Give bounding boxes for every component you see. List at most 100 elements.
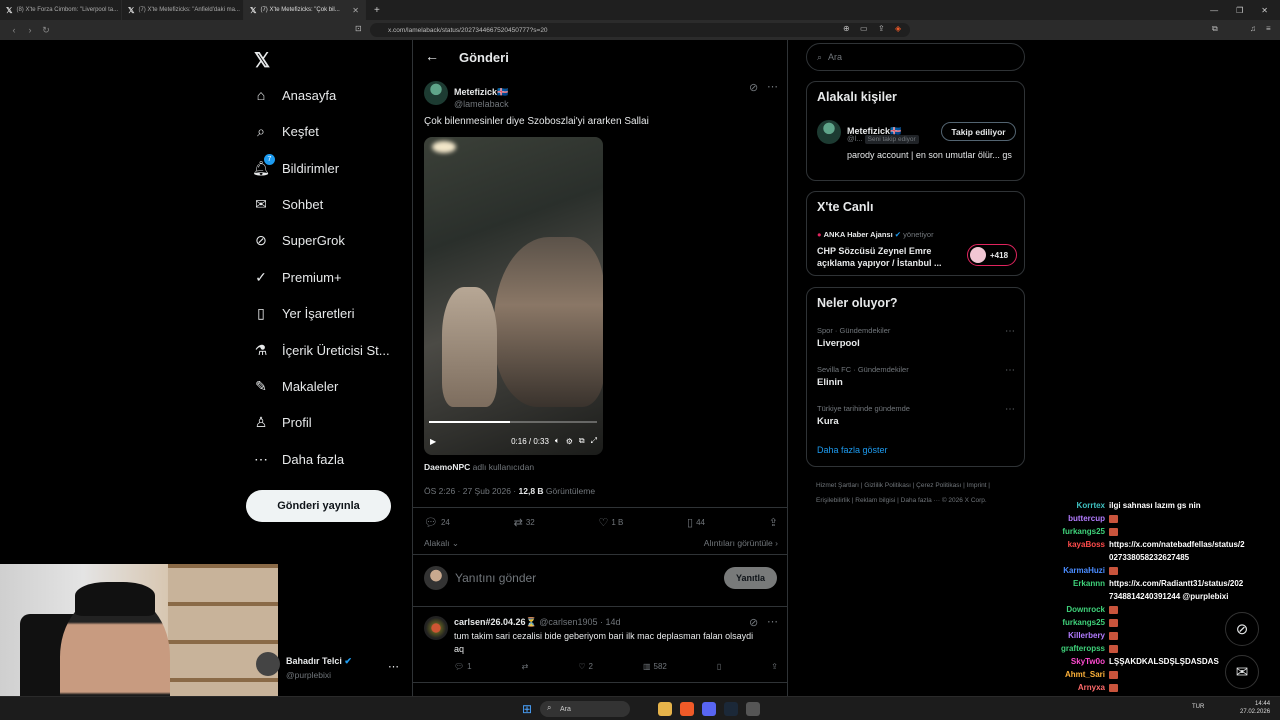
play-icon[interactable]: ▶ — [430, 437, 436, 446]
browser-tab[interactable]: 𝕏 (7) X'te Metefizicks: "Anfield'daki ma.… — [122, 0, 244, 20]
live-listeners[interactable]: +418 — [967, 244, 1017, 266]
like-action[interactable]: ♡ 1 B — [598, 516, 623, 529]
grok-icon[interactable]: ⊘ — [749, 81, 758, 94]
trend-item[interactable]: Elinin — [817, 377, 843, 388]
more-options-icon[interactable]: ⋯ — [1005, 365, 1015, 376]
media-icon[interactable]: ♫ — [1250, 24, 1256, 33]
chat-text: 027338058232627485 — [1109, 553, 1190, 562]
more-options-icon[interactable]: ⋯ — [1005, 326, 1015, 337]
verified-icon: ✔ — [894, 230, 902, 239]
video-player[interactable]: ▶ 0:16 / 0:33 🔈︎ ⚙ ⧉ ⤢ — [424, 137, 603, 455]
taskbar-clock[interactable]: 14:44 27.02.2026 — [1240, 700, 1270, 716]
attribution-user[interactable]: DaemoNPC — [424, 462, 470, 472]
steam-icon[interactable] — [724, 702, 738, 716]
grok-float-button[interactable]: ⊘ — [1225, 612, 1259, 646]
back-icon[interactable]: ‹ — [6, 25, 22, 35]
nav-item-supergrok[interactable]: ⊘ SuperGrok — [252, 228, 345, 252]
share-action[interactable]: ⇪ — [771, 662, 778, 671]
nav-item-notifications[interactable]: 🔔︎ 7 Bildirimler — [252, 154, 339, 180]
reply-input[interactable]: Yanıtını gönder — [455, 571, 536, 585]
settings-icon[interactable]: ⚙ — [566, 437, 573, 446]
zoom-icon[interactable]: ⊕ — [843, 24, 850, 33]
chat-message: 7348814240391244 @purplebixi — [1050, 592, 1280, 601]
pip-icon[interactable]: ⧉ — [579, 436, 585, 446]
reply-button[interactable]: Yanıtla — [724, 567, 777, 589]
search-icon: ⌕ — [547, 703, 552, 712]
forward-icon[interactable]: › — [22, 25, 38, 35]
close-icon[interactable]: ✕ — [352, 6, 359, 15]
language-indicator[interactable]: TUR — [1192, 704, 1204, 710]
obs-icon[interactable] — [746, 702, 760, 716]
extensions-icon[interactable]: ⧉ — [1212, 24, 1218, 34]
url-input[interactable]: x.com/lamelaback/status/2027344667520450… — [370, 23, 910, 37]
video-progress-bar[interactable] — [429, 421, 597, 423]
nav-item-premium[interactable]: ✓ Premium+ — [252, 265, 341, 289]
nav-item-articles[interactable]: ✎ Makaleler — [252, 374, 338, 398]
new-tab-button[interactable]: + — [366, 5, 388, 16]
bookmark-action[interactable]: ▯ 44 — [687, 516, 705, 529]
share-icon[interactable]: ⇪ — [878, 24, 885, 33]
messages-float-button[interactable]: ✉ — [1225, 655, 1259, 689]
x-logo[interactable]: 𝕏 — [254, 48, 270, 73]
grok-icon[interactable]: ⊘ — [749, 616, 758, 629]
minimize-icon[interactable]: — — [1210, 6, 1218, 15]
reply-author[interactable]: carlsen#26.04.26⏳ @carlsen1905 · 14d — [454, 617, 620, 628]
post-button[interactable]: Gönderi yayınla — [246, 490, 391, 522]
back-arrow-icon[interactable]: ← — [425, 48, 439, 64]
reply-action[interactable]: 💬︎ 1 — [454, 662, 472, 671]
nav-item-explore[interactable]: ⌕ Keşfet — [252, 119, 319, 143]
like-action[interactable]: ♡ 2 — [578, 662, 593, 671]
author-avatar[interactable] — [424, 81, 448, 105]
menu-icon[interactable]: ≡ — [1266, 24, 1271, 33]
repost-action[interactable]: ⇄ — [522, 662, 529, 671]
reply-action[interactable]: 💬︎ 24 — [424, 516, 450, 529]
windows-start-icon[interactable]: ⊞ — [522, 702, 532, 716]
account-handle: @purplebixi — [286, 670, 332, 680]
file-explorer-icon[interactable] — [658, 702, 672, 716]
taskbar-search[interactable]: Ara — [540, 701, 630, 717]
repost-action[interactable]: ⇄ 32 — [514, 516, 535, 529]
close-window-icon[interactable]: ✕ — [1261, 6, 1268, 15]
nav-item-home[interactable]: ⌂ Anasayfa — [252, 83, 336, 107]
view-quotes-link[interactable]: Alıntıları görüntüle › — [704, 538, 778, 549]
restore-icon[interactable]: ❐ — [1236, 6, 1243, 15]
chevron-down-icon: ⌄ — [451, 538, 460, 548]
more-options-icon[interactable]: ⋯ — [1005, 404, 1015, 415]
live-host-row[interactable]: ● ANKA Haber Ajansı ✔ yönetiyor — [817, 230, 934, 239]
more-options-icon[interactable]: ⋯ — [767, 80, 778, 93]
show-more-link[interactable]: Daha fazla göster — [817, 445, 888, 455]
nav-item-chat[interactable]: ✉ Sohbet — [252, 192, 323, 216]
reply-avatar[interactable] — [424, 616, 448, 640]
browser-tab[interactable]: 𝕏 (8) X'te Forza Cimbom: "Liverpool ta...… — [0, 0, 122, 20]
browser-tab-active[interactable]: 𝕏 (7) X'te Metefizicks: "Çok bil... ✕ — [244, 0, 366, 20]
nav-item-bookmarks[interactable]: ▯ Yer İşaretleri — [252, 301, 354, 325]
chat-username: furkangs25 — [1062, 618, 1105, 627]
account-name[interactable]: Bahadır Telci ✔ — [286, 656, 352, 667]
account-more-icon[interactable]: ⋯ — [388, 660, 399, 673]
footer-links[interactable]: Hizmet Şartları | Gizlilik Politikası | … — [816, 478, 1016, 508]
live-text[interactable]: CHP Sözcüsü Zeynel Emre açıklama yapıyor… — [817, 245, 957, 269]
bookmark-action[interactable]: ▯ — [717, 662, 721, 671]
bookmark-page-icon[interactable]: ⊡ — [355, 24, 362, 33]
search-input[interactable]: ⌕ Ara — [806, 43, 1025, 71]
trend-item[interactable]: Kura — [817, 416, 839, 427]
cast-icon[interactable]: ▭ — [860, 24, 868, 33]
reload-icon[interactable]: ↻ — [38, 25, 54, 36]
sort-dropdown[interactable]: Alakalı ⌄ — [424, 538, 459, 549]
nav-item-creator-studio[interactable]: ⚗ İçerik Üreticisi St... — [252, 338, 390, 362]
author-handle[interactable]: @lamelaback — [454, 94, 509, 112]
fullscreen-icon[interactable]: ⤢ — [591, 436, 597, 446]
following-button[interactable]: Takip ediliyor — [941, 122, 1016, 141]
discord-icon[interactable] — [702, 702, 716, 716]
nav-item-more[interactable]: ⋯ Daha fazla — [252, 447, 344, 471]
volume-icon[interactable]: 🔈︎ — [555, 436, 560, 446]
share-action[interactable]: ⇪ — [769, 516, 778, 529]
trend-item[interactable]: Liverpool — [817, 338, 860, 349]
nav-item-profile[interactable]: ♙ Profil — [252, 410, 312, 434]
account-avatar[interactable] — [256, 652, 280, 676]
brave-icon[interactable] — [680, 702, 694, 716]
more-options-icon[interactable]: ⋯ — [767, 615, 778, 628]
views-action[interactable]: ▥ 582 — [643, 662, 667, 671]
brave-shield-icon[interactable]: ◈ — [895, 24, 901, 33]
related-avatar[interactable] — [817, 120, 841, 144]
